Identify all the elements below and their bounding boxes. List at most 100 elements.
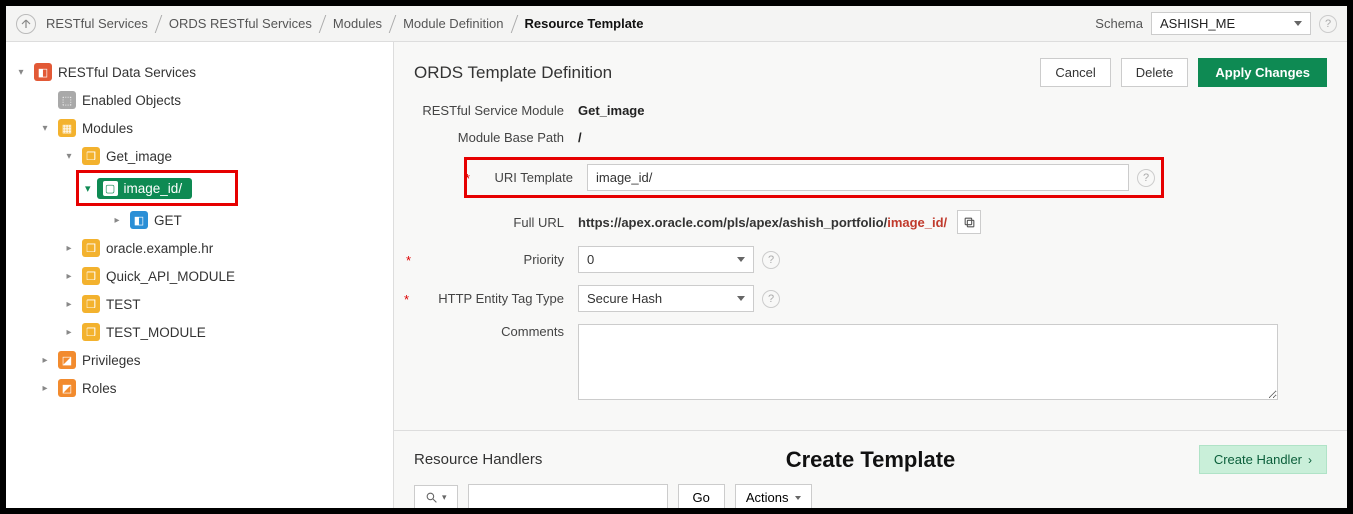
schema-value: ASHISH_ME bbox=[1160, 16, 1235, 31]
full-url-label: Full URL bbox=[414, 215, 564, 230]
crumb-0[interactable]: RESTful Services bbox=[46, 16, 148, 31]
priority-value: 0 bbox=[587, 252, 594, 267]
module-icon: ❒ bbox=[82, 147, 100, 165]
breadcrumb: RESTful Services ORDS RESTful Services M… bbox=[46, 15, 1095, 33]
module-icon: ❒ bbox=[82, 295, 100, 313]
spacer-icon bbox=[38, 93, 52, 107]
expand-icon[interactable]: ▸ bbox=[62, 325, 76, 339]
tree-get-handler-label[interactable]: GET bbox=[154, 213, 182, 228]
schema-label: Schema bbox=[1095, 16, 1143, 31]
tree-image-id: ▾ ▢ image_id/ bbox=[6, 170, 393, 234]
enabled-objects-icon: ⬚ bbox=[58, 91, 76, 109]
resource-handlers-header: Resource Handlers Create Template Create… bbox=[394, 430, 1347, 484]
actions-label: Actions bbox=[746, 490, 789, 505]
create-template-banner: Create Template bbox=[786, 447, 956, 473]
crumb-4: Resource Template bbox=[525, 16, 644, 31]
collapse-icon[interactable]: ▾ bbox=[62, 149, 76, 163]
page-title: ORDS Template Definition bbox=[414, 63, 612, 83]
comments-label: Comments bbox=[414, 324, 564, 339]
go-button[interactable]: Go bbox=[678, 484, 725, 508]
help-icon[interactable]: ? bbox=[1137, 169, 1155, 187]
delete-button[interactable]: Delete bbox=[1121, 58, 1189, 87]
tree-image-id-label: image_id/ bbox=[124, 181, 183, 196]
crumb-sep-icon bbox=[510, 15, 518, 33]
copy-icon bbox=[963, 216, 976, 229]
tree-modules-label[interactable]: Modules bbox=[82, 121, 133, 136]
roles-icon: ◩ bbox=[58, 379, 76, 397]
expand-icon[interactable]: ▸ bbox=[110, 213, 124, 227]
tree-test-module-label[interactable]: TEST_MODULE bbox=[106, 325, 206, 340]
help-icon[interactable]: ? bbox=[762, 251, 780, 269]
comments-textarea[interactable] bbox=[578, 324, 1278, 400]
privileges-icon: ◪ bbox=[58, 351, 76, 369]
tree-privileges-label[interactable]: Privileges bbox=[82, 353, 141, 368]
tree-test-label[interactable]: TEST bbox=[106, 297, 141, 312]
handlers-toolbar: ▾ Go Actions bbox=[394, 484, 1347, 508]
expand-icon[interactable]: ▸ bbox=[38, 353, 52, 367]
full-url-value: https://apex.oracle.com/pls/apex/ashish_… bbox=[578, 210, 981, 234]
actions-button[interactable]: Actions bbox=[735, 484, 812, 508]
up-button[interactable] bbox=[16, 14, 36, 34]
module-icon: ❒ bbox=[82, 323, 100, 341]
search-column-button[interactable]: ▾ bbox=[414, 485, 458, 508]
help-icon[interactable]: ? bbox=[762, 290, 780, 308]
tree-selected-item[interactable]: ▢ image_id/ bbox=[97, 178, 193, 199]
layout: ▾ ◧ RESTful Data Services ⬚ Enabled Obje… bbox=[6, 42, 1347, 508]
chevron-down-icon: ▾ bbox=[442, 492, 447, 503]
uri-template-label: URI Template bbox=[473, 170, 573, 185]
crumb-1[interactable]: ORDS RESTful Services bbox=[169, 16, 312, 31]
collapse-icon[interactable]: ▾ bbox=[38, 121, 52, 135]
help-icon[interactable]: ? bbox=[1319, 15, 1337, 33]
crumb-sep-icon bbox=[319, 15, 327, 33]
expand-icon[interactable]: ▸ bbox=[62, 297, 76, 311]
form-area: RESTful Service Module Get_image Module … bbox=[394, 103, 1347, 424]
tree: ▾ ◧ RESTful Data Services ⬚ Enabled Obje… bbox=[6, 58, 393, 402]
schema-area: Schema ASHISH_ME ? bbox=[1095, 12, 1337, 35]
search-icon bbox=[425, 491, 438, 504]
tree-get-handler: ▸ ◧ GET bbox=[6, 206, 393, 234]
schema-select[interactable]: ASHISH_ME bbox=[1151, 12, 1311, 35]
module-value: Get_image bbox=[578, 103, 644, 118]
chevron-right-icon: › bbox=[1308, 453, 1312, 467]
arrow-up-icon bbox=[21, 19, 31, 29]
tree-enabled-objects-label[interactable]: Enabled Objects bbox=[82, 93, 181, 108]
etag-select[interactable]: Secure Hash bbox=[578, 285, 754, 312]
tree-quick-api-label[interactable]: Quick_API_MODULE bbox=[106, 269, 235, 284]
etag-value: Secure Hash bbox=[587, 291, 662, 306]
expand-icon[interactable]: ▸ bbox=[62, 269, 76, 283]
apply-changes-button[interactable]: Apply Changes bbox=[1198, 58, 1327, 87]
tree-root-label[interactable]: RESTful Data Services bbox=[58, 65, 196, 80]
tree-root: ▾ ◧ RESTful Data Services ⬚ Enabled Obje… bbox=[6, 58, 393, 402]
collapse-icon[interactable]: ▾ bbox=[85, 182, 91, 195]
sidebar: ▾ ◧ RESTful Data Services ⬚ Enabled Obje… bbox=[6, 42, 394, 508]
base-path-value: / bbox=[578, 130, 582, 145]
create-handler-label: Create Handler bbox=[1214, 452, 1302, 467]
etag-label: HTTP Entity Tag Type bbox=[414, 291, 564, 306]
tree-roles-label[interactable]: Roles bbox=[82, 381, 117, 396]
main-header: ORDS Template Definition Cancel Delete A… bbox=[394, 42, 1347, 103]
modules-icon: ▦ bbox=[58, 119, 76, 137]
search-input[interactable] bbox=[468, 484, 668, 508]
crumb-2[interactable]: Modules bbox=[333, 16, 382, 31]
expand-icon[interactable]: ▸ bbox=[62, 241, 76, 255]
main-panel: ORDS Template Definition Cancel Delete A… bbox=[394, 42, 1347, 508]
handler-icon: ◧ bbox=[130, 211, 148, 229]
copy-url-button[interactable] bbox=[957, 210, 981, 234]
resource-handlers-title: Resource Handlers bbox=[414, 451, 542, 468]
priority-label: Priority bbox=[414, 252, 564, 267]
priority-select[interactable]: 0 bbox=[578, 246, 754, 273]
crumb-sep-icon bbox=[155, 15, 163, 33]
module-icon: ❒ bbox=[82, 267, 100, 285]
crumb-3[interactable]: Module Definition bbox=[403, 16, 503, 31]
create-handler-button[interactable]: Create Handler › bbox=[1199, 445, 1327, 474]
module-icon: ❒ bbox=[82, 239, 100, 257]
uri-template-input[interactable] bbox=[587, 164, 1129, 191]
tree-get-image-label[interactable]: Get_image bbox=[106, 149, 172, 164]
uri-template-highlight: URI Template ? bbox=[464, 157, 1164, 198]
tree-oracle-example-hr-label[interactable]: oracle.example.hr bbox=[106, 241, 213, 256]
collapse-icon[interactable]: ▾ bbox=[14, 65, 28, 79]
tree-modules: ▾ ▦ Modules ▾ ❒ Get_image bbox=[6, 114, 393, 346]
cancel-button[interactable]: Cancel bbox=[1040, 58, 1110, 87]
tree-enabled-objects: ⬚ Enabled Objects bbox=[6, 86, 393, 114]
expand-icon[interactable]: ▸ bbox=[38, 381, 52, 395]
